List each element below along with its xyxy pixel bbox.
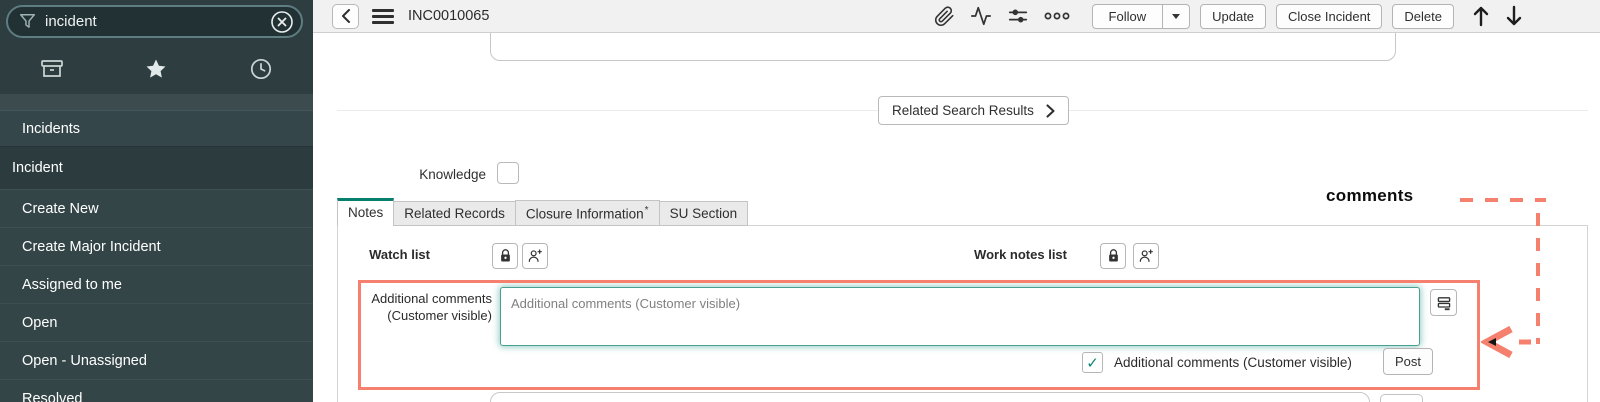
- sidebar-item-create-new[interactable]: Create New: [0, 189, 313, 227]
- sidebar-item-create-major-incident[interactable]: Create Major Incident: [0, 227, 313, 265]
- close-incident-button[interactable]: Close Incident: [1276, 4, 1382, 29]
- sidebar-item-label: Resolved: [22, 391, 82, 402]
- tab-label: SU Section: [670, 206, 738, 221]
- application-navigator: Incidents Incident Create New Create Maj…: [0, 0, 313, 402]
- additional-comments-checkbox-label: Additional comments (Customer visible): [1114, 355, 1352, 370]
- knowledge-checkbox[interactable]: [497, 162, 519, 184]
- post-button[interactable]: Post: [1383, 348, 1433, 375]
- annotation-comments-label: comments: [1326, 186, 1413, 206]
- tab-closure-information[interactable]: Closure Information*: [515, 200, 660, 227]
- sidebar-item-resolved[interactable]: Resolved: [0, 379, 313, 402]
- tab-su-section[interactable]: SU Section: [659, 201, 749, 226]
- tab-label: Closure Information: [526, 206, 644, 221]
- chevron-right-icon: [1046, 104, 1055, 118]
- update-button[interactable]: Update: [1200, 4, 1266, 29]
- sidebar-item-label: Open: [22, 315, 57, 331]
- attachment-icon[interactable]: [934, 6, 955, 27]
- filter-input[interactable]: [45, 13, 270, 30]
- additional-comments-textarea[interactable]: [500, 287, 1420, 346]
- sidebar-item-label: Incidents: [22, 121, 80, 137]
- add-person-icon: [1138, 248, 1154, 264]
- delete-button[interactable]: Delete: [1392, 4, 1454, 29]
- watch-list-add-me-button[interactable]: [522, 243, 548, 269]
- header-buttons: Follow Update Close Incident Delete: [1092, 4, 1454, 29]
- label-line-2: (Customer visible): [358, 307, 492, 324]
- next-record-icon[interactable]: [1505, 5, 1523, 27]
- work-notes-add-me-button[interactable]: [1133, 243, 1159, 269]
- navigator-tabs: [0, 48, 313, 90]
- sidebar-application-incident[interactable]: Incident: [0, 147, 313, 189]
- clear-filter-icon[interactable]: [270, 10, 294, 34]
- button-below-cutoff[interactable]: [1380, 394, 1423, 402]
- annotation-dashed-line-vertical: [1536, 213, 1540, 344]
- navigator-filter[interactable]: [6, 5, 303, 38]
- tab-label: Related Records: [404, 206, 505, 221]
- sidebar-item-label: Create Major Incident: [22, 239, 161, 255]
- follow-button[interactable]: Follow: [1092, 4, 1164, 29]
- sidebar-item-label: Create New: [22, 201, 99, 217]
- annotation-arrow-icon: [1481, 326, 1535, 358]
- related-search-results-label: Related Search Results: [892, 103, 1034, 118]
- activity-icon[interactable]: [970, 5, 992, 27]
- additional-comments-checkbox[interactable]: [1082, 352, 1103, 373]
- sidebar-item-label: Incident: [12, 160, 63, 176]
- form-tabs: Notes Related Records Closure Informatio…: [337, 198, 747, 226]
- sidebar-item-label: Assigned to me: [22, 277, 122, 293]
- follow-dropdown-button[interactable]: [1163, 4, 1190, 29]
- chevron-down-icon: [1172, 14, 1180, 19]
- history-icon[interactable]: [246, 54, 276, 84]
- required-marker: *: [645, 205, 649, 216]
- header-icons: [934, 5, 1070, 27]
- previous-record-icon[interactable]: [1472, 5, 1490, 27]
- tab-related-records[interactable]: Related Records: [393, 201, 516, 226]
- sidebar-item-open[interactable]: Open: [0, 303, 313, 341]
- watch-list-lock-button[interactable]: [492, 243, 518, 269]
- lock-icon: [498, 248, 513, 264]
- knowledge-field-label: Knowledge: [373, 167, 486, 182]
- lock-icon: [1106, 248, 1121, 264]
- add-person-icon: [527, 248, 543, 264]
- activity-stream-icon: [1436, 295, 1452, 311]
- sidebar-item-open-unassigned[interactable]: Open - Unassigned: [0, 341, 313, 379]
- sidebar-item-assigned-to-me[interactable]: Assigned to me: [0, 265, 313, 303]
- record-navigation: [1472, 5, 1523, 27]
- record-header: INC0010065: [313, 0, 1600, 33]
- servicenow-app: Incidents Incident Create New Create Maj…: [0, 0, 1600, 402]
- field-below-cutoff[interactable]: [490, 392, 1370, 402]
- work-notes-list-label: Work notes list: [937, 247, 1067, 262]
- more-options-icon[interactable]: [1044, 10, 1070, 22]
- record-number: INC0010065: [408, 8, 489, 24]
- tab-notes[interactable]: Notes: [337, 198, 394, 226]
- favorites-icon[interactable]: [141, 54, 171, 84]
- toggle-activity-stream-button[interactable]: [1430, 289, 1457, 316]
- sidebar-item-incidents[interactable]: Incidents: [0, 110, 313, 147]
- back-button[interactable]: [332, 4, 359, 29]
- form-context-menu-icon[interactable]: [372, 9, 394, 24]
- work-notes-lock-button[interactable]: [1100, 243, 1126, 269]
- personalize-form-icon[interactable]: [1007, 5, 1029, 27]
- filter-funnel-icon: [19, 13, 36, 31]
- all-applications-icon[interactable]: [37, 54, 67, 84]
- sidebar-item-label: Open - Unassigned: [22, 353, 147, 369]
- navigator-divider: [0, 94, 313, 110]
- related-search-results-button[interactable]: Related Search Results: [878, 96, 1069, 125]
- label-line-1: Additional comments: [358, 290, 492, 307]
- annotation-dashed-line-horizontal: [1460, 198, 1546, 202]
- additional-comments-field-label: Additional comments (Customer visible): [358, 290, 492, 324]
- incident-form-pane: INC0010065: [313, 0, 1600, 402]
- follow-split-button: Follow: [1092, 4, 1191, 29]
- tab-label: Notes: [348, 205, 383, 220]
- watch-list-label: Watch list: [313, 247, 430, 262]
- navigator-results: Incidents Incident Create New Create Maj…: [0, 110, 313, 402]
